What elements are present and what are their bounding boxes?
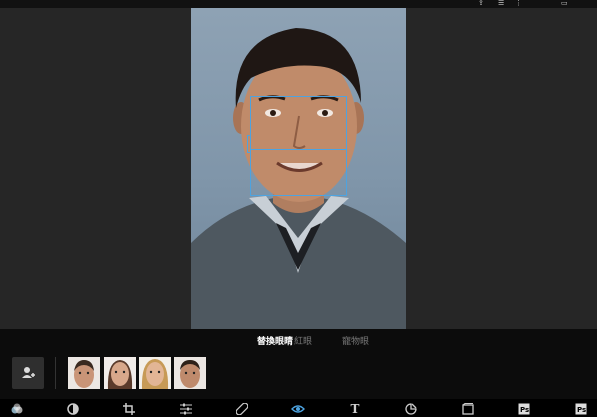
eye-source-thumbnail-4[interactable] [174,357,206,389]
blonde-woman-face-thumbnail [139,357,171,389]
svg-text:Ps: Ps [520,406,529,414]
woman-face-thumbnail [104,357,136,389]
photo-canvas [0,8,597,329]
window-icon[interactable]: ▭ [561,0,568,7]
eye-mode-tabs: 替換眼睛 紅眼 寵物眼 [0,329,597,349]
add-eye-source-button[interactable] [12,357,44,389]
looks-icon[interactable] [10,402,24,416]
eye-source-thumbnail-3[interactable] [139,357,171,389]
eye-source-thumbnail-1[interactable] [68,357,100,389]
auto-fix-icon[interactable] [66,402,80,416]
tab-pet-eye[interactable]: 寵物眼 [342,334,369,347]
tab-red-eye[interactable]: 紅眼 [294,334,312,347]
more-icon[interactable]: ⋮ [515,0,522,7]
eye-guide-line [251,149,346,150]
healing-icon[interactable] [235,402,249,416]
photoshop-icon[interactable]: Ps [517,402,531,416]
eye-source-tray [0,349,597,399]
add-eye-icon [22,367,35,378]
adjustments-icon[interactable] [179,402,193,416]
man-face-thumbnail [68,357,100,389]
svg-text:Ps: Ps [577,406,586,414]
eye-source-thumbnail-2[interactable] [104,357,136,389]
eye-icon[interactable] [291,402,305,416]
tray-divider [55,357,56,389]
photoshop-express-icon[interactable]: Ps [574,402,588,416]
face-selection-box[interactable] [247,96,347,196]
menu-icon[interactable]: ☰ [498,0,504,7]
top-bar: ⇪ ☰ ⋮ ▭ [0,0,597,8]
sticker-icon[interactable] [404,402,418,416]
crop-icon[interactable] [122,402,136,416]
man-2-face-thumbnail [174,357,206,389]
frame-icon[interactable] [461,402,475,416]
text-icon[interactable]: T [348,402,362,416]
share-icon[interactable]: ⇪ [478,0,484,7]
bottom-toolbar: T Ps Ps [0,399,597,417]
face-box-handle[interactable] [247,135,251,153]
tab-replace-eyes[interactable]: 替換眼睛 [257,334,293,347]
